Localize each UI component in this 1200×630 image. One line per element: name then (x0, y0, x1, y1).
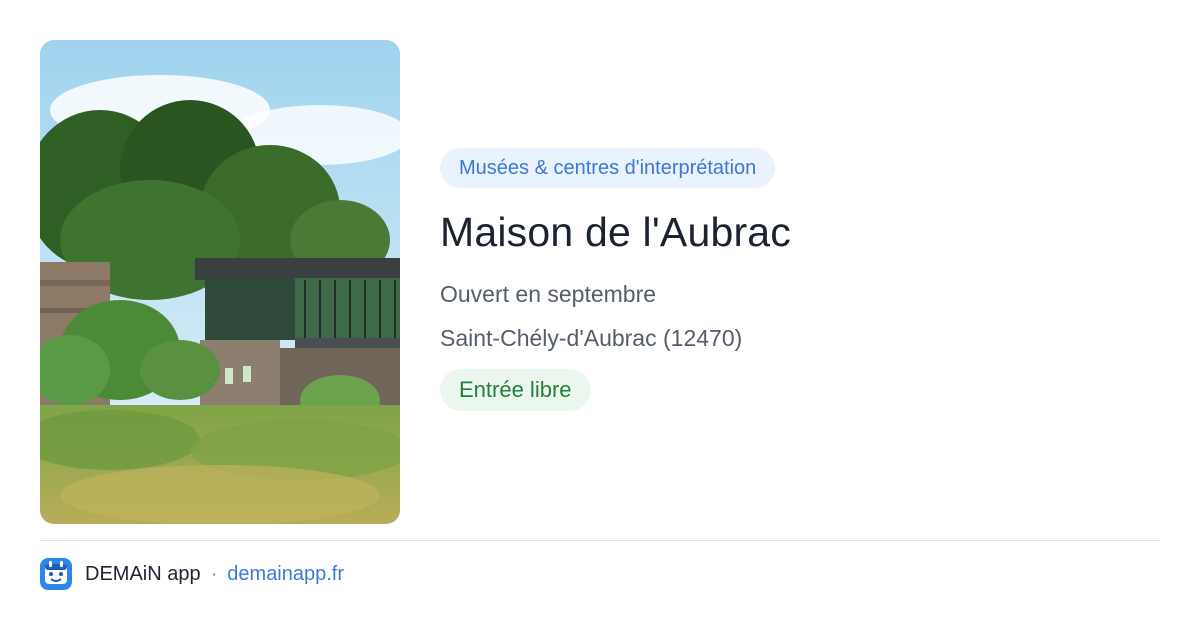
demain-app-icon (40, 558, 72, 590)
price-badge: Entrée libre (440, 369, 591, 411)
app-url-link[interactable]: demainapp.fr (227, 563, 344, 586)
event-card[interactable]: Musées & centres d'interprétation Maison… (0, 0, 1200, 630)
app-name: DEMAiN app (85, 562, 201, 585)
event-info: Musées & centres d'interprétation Maison… (440, 148, 1160, 411)
footer-separator: · (210, 562, 218, 585)
footer: DEMAiN app · demainapp.fr (40, 558, 344, 590)
opening-info: Ouvert en septembre (440, 281, 657, 307)
building-photo (40, 40, 400, 524)
category-tag[interactable]: Musées & centres d'interprétation (440, 148, 776, 188)
location-info: Saint-Chély-d'Aubrac (12470) (440, 325, 743, 351)
event-title: Maison de l'Aubrac (440, 209, 791, 255)
footer-divider (40, 540, 1160, 541)
